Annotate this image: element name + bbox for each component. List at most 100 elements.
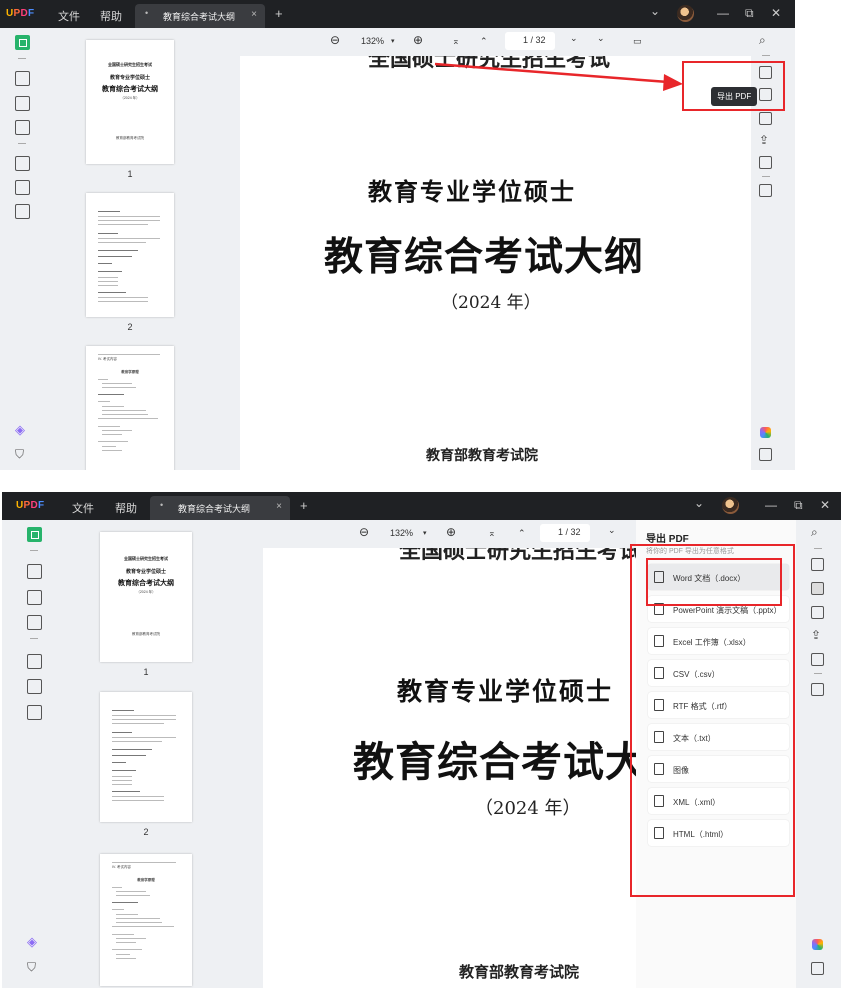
- tabs-dropdown-icon[interactable]: ⌄: [694, 496, 704, 510]
- thumb-line: [112, 770, 136, 771]
- ai-assistant-icon[interactable]: [812, 939, 823, 950]
- page-number: 2: [143, 827, 149, 837]
- document-page: 全国硕士研究生招生考试 教育专业学位硕士 教育综合考试大纲 （2024 年） 教…: [263, 548, 636, 988]
- thumbnail-panel: 全国硕士研究生招生考试 教育专业学位硕士 教育综合考试大纲 （2024 年） 教…: [52, 520, 252, 988]
- thumb-line: [112, 934, 134, 935]
- title-bar: UPDF 文件 帮助 • 教育综合考试大纲 × + ⌄ — ⧉ ✕: [2, 492, 841, 520]
- thumb-text: 教育综合考试大纲: [118, 580, 174, 587]
- crop-icon[interactable]: [27, 679, 42, 694]
- thumb-text: （2024 年）: [136, 590, 156, 594]
- thumb-line: [116, 938, 146, 939]
- thumb-line: [112, 741, 162, 742]
- search-icon[interactable]: ⌕: [811, 526, 824, 539]
- restore-icon[interactable]: ⧉: [794, 498, 803, 513]
- thumb-line: [112, 776, 132, 777]
- thumbnail-page-3[interactable]: IV. 考试内容 教育学原理: [100, 854, 192, 986]
- layers-icon[interactable]: ◈: [27, 934, 42, 949]
- thumb-line: [112, 719, 176, 720]
- tab-dot-icon: •: [160, 500, 164, 510]
- thumb-line: [112, 780, 132, 781]
- thumb-line: [112, 749, 152, 750]
- export-panel-title: 导出 PDF: [646, 534, 689, 545]
- share-icon[interactable]: ⇪: [811, 629, 824, 642]
- view-toolbar: ⊖ 132% ▾ ⊕ ⌅ ⌃ 1 / 32 ⌄: [252, 520, 652, 546]
- next-page-icon[interactable]: ⌄: [608, 525, 616, 536]
- comment-icon[interactable]: [27, 564, 42, 579]
- thumb-line: [112, 710, 134, 711]
- organize-pages-icon[interactable]: [27, 654, 42, 669]
- menu-help[interactable]: 帮助: [115, 500, 137, 516]
- thumb-line: [112, 902, 138, 903]
- thumb-line: [112, 909, 124, 910]
- document-subtitle: 教育专业学位硕士: [397, 677, 614, 706]
- right-toolbar: ⌕ ⇪: [800, 520, 836, 988]
- bookmark-icon[interactable]: ⛉: [27, 960, 42, 975]
- comment-panel-icon[interactable]: [811, 962, 824, 975]
- menu-file[interactable]: 文件: [72, 500, 94, 516]
- first-page-icon[interactable]: ⌅: [488, 528, 496, 539]
- left-toolbar: ◈ ⛉: [2, 520, 52, 988]
- tab-title: 教育综合考试大纲: [178, 504, 251, 514]
- thumb-line: [116, 954, 130, 955]
- new-tab-icon[interactable]: +: [300, 498, 308, 513]
- highlight-box-word: [646, 558, 782, 606]
- divider: [30, 638, 38, 639]
- zoom-out-icon[interactable]: ⊖: [359, 525, 369, 539]
- thumb-line: [116, 914, 138, 915]
- thumb-text: 教育学原理: [137, 878, 155, 882]
- previous-page-icon[interactable]: ⌃: [518, 528, 526, 539]
- edit-icon[interactable]: [27, 590, 42, 605]
- save-icon[interactable]: [811, 683, 824, 696]
- document-top-line: 全国硕士研究生招生考试: [399, 548, 636, 564]
- avatar[interactable]: [722, 497, 739, 514]
- page-indicator: 1 / 32: [558, 527, 581, 537]
- protect-icon[interactable]: [811, 606, 824, 619]
- zoom-level[interactable]: 132%: [390, 528, 413, 538]
- screenshot-after: UPDF 文件 帮助 • 教育综合考试大纲 × + ⌄ — ⧉ ✕ ◈ ⛉ 全国…: [2, 492, 841, 988]
- thumb-line: [112, 926, 174, 927]
- thumb-line: [116, 891, 146, 892]
- divider: [30, 550, 38, 551]
- annotation-arrow: [434, 62, 683, 91]
- thumbnail-page-2[interactable]: [100, 692, 192, 822]
- thumb-line: [112, 723, 164, 724]
- thumb-text: 教育部教育考试院: [132, 632, 160, 636]
- document-tab[interactable]: • 教育综合考试大纲 ×: [150, 496, 290, 520]
- thumb-text: IV. 考试内容: [112, 865, 131, 869]
- thumb-line: [116, 895, 150, 896]
- export-pdf-icon[interactable]: [811, 582, 824, 595]
- thumb-line: [112, 862, 176, 863]
- thumb-line: [112, 800, 164, 801]
- minimize-icon[interactable]: —: [765, 498, 777, 512]
- thumb-line: [112, 796, 164, 797]
- thumb-line: [112, 949, 142, 950]
- app-logo: UPDF: [16, 500, 45, 511]
- thumb-line: [116, 942, 136, 943]
- tools-icon[interactable]: [27, 705, 42, 720]
- thumb-line: [116, 958, 136, 959]
- thumb-line: [112, 755, 146, 756]
- thumbnail-page-1[interactable]: 全国硕士研究生招生考试 教育专业学位硕士 教育综合考试大纲 （2024 年） 教…: [100, 532, 192, 662]
- form-icon[interactable]: [27, 615, 42, 630]
- thumb-line: [112, 732, 132, 733]
- divider: [814, 673, 822, 674]
- thumb-line: [112, 784, 132, 785]
- zoom-caret-icon[interactable]: ▾: [423, 529, 427, 537]
- close-icon[interactable]: ✕: [820, 498, 830, 512]
- ocr-icon[interactable]: [811, 558, 824, 571]
- screenshot-before: UPDF 文件 帮助 • 教育综合考试大纲 × + ⌄ — ⧉ ✕ ◈ ⛉ 全国…: [0, 0, 795, 470]
- thumb-line: [112, 762, 126, 763]
- reader-mode-icon[interactable]: [27, 527, 42, 542]
- page-input[interactable]: 1 / 32: [540, 524, 590, 542]
- tab-close-icon[interactable]: ×: [276, 501, 282, 512]
- thumb-text: 教育专业学位硕士: [125, 569, 166, 575]
- document-issuer: 教育部教育考试院: [459, 963, 580, 981]
- zoom-in-icon[interactable]: ⊕: [446, 525, 456, 539]
- thumb-line: [112, 791, 140, 792]
- document-year: （2024 年）: [475, 798, 581, 819]
- document-title: 教育综合考试大纲: [353, 738, 636, 786]
- thumb-text: 全国硕士研究生招生考试: [124, 556, 168, 561]
- email-icon[interactable]: [811, 653, 824, 666]
- thumb-line: [112, 715, 176, 716]
- thumb-line: [116, 922, 162, 923]
